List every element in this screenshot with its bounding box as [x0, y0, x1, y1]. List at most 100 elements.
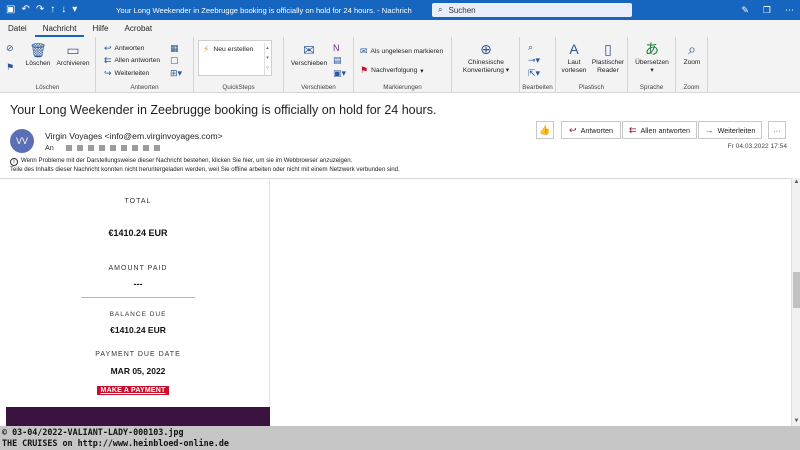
related-icon[interactable]: ⊸▾	[528, 55, 540, 66]
ribbon-tabs: Datei Nachricht Hilfe Acrobat	[0, 20, 800, 37]
search-label: Suchen	[448, 5, 476, 15]
reply-all-label: Allen antworten	[114, 57, 160, 64]
chinese-conversion-icon: ⊕	[480, 41, 492, 57]
translate-button[interactable]: あ Übersetzen ▾	[631, 41, 673, 75]
group-label-verschieben: Verschieben	[301, 84, 336, 91]
quick-access-toolbar: ▣ ↶ ↷ ↑ ↓ ▾	[0, 5, 112, 15]
chinese-label-2: Konvertierung	[462, 67, 504, 74]
actions-icon[interactable]: ▣▾	[333, 68, 346, 79]
scroll-up-icon[interactable]: ▲	[792, 178, 800, 187]
make-payment-button[interactable]: MAKE A PAYMENT	[97, 386, 169, 395]
group-plastisch: A Laut vorlesen ▯ Plastischer Reader Pla…	[556, 37, 628, 93]
tab-datei[interactable]: Datei	[0, 20, 35, 37]
archive-icon: ▭	[66, 42, 80, 58]
cleanup-icon[interactable]: ⚑	[6, 62, 14, 73]
reply-label: Antworten	[114, 45, 145, 52]
envelope-icon: ✉	[360, 46, 368, 56]
pen-icon[interactable]: ✎	[741, 5, 749, 16]
group-verschieben: ✉ Verschieben N ▤ ▣▾ Verschieben	[284, 37, 354, 93]
translate-label: Übersetzen	[635, 59, 669, 66]
reply-all-button[interactable]: ⇇ Allen antworten	[104, 55, 160, 66]
down-arrow-icon[interactable]: ↓	[61, 5, 66, 15]
translate-icon: あ	[645, 41, 659, 57]
reply-icon: ↩	[569, 124, 577, 135]
forward-button[interactable]: ↪ Weiterleiten	[104, 68, 149, 79]
group-markierungen: ✉ Als ungelesen markieren ⚑ Nachverfolgung…	[354, 37, 452, 93]
reply-all-action-label: Allen antworten	[640, 125, 691, 135]
select-icon[interactable]: ⇱▾	[528, 68, 540, 79]
more-actions-button[interactable]: ···	[768, 121, 786, 139]
scroll-down-icon[interactable]: ▼	[792, 417, 800, 426]
thumbs-up-icon: 👍	[539, 124, 551, 135]
quickstep-new-label: Neu erstellen	[213, 46, 254, 53]
reply-button[interactable]: ↩ Antworten	[104, 43, 144, 54]
payment-due-value: MAR 05, 2022	[110, 366, 166, 376]
forward-action-label: Weiterleiten	[717, 125, 756, 135]
ribbon: ⊘ ⚑ 🗑 Löschen ▭ Archivieren Löschen ↩ Ant…	[0, 37, 800, 93]
amount-paid-value: ---	[133, 279, 143, 289]
divider	[81, 297, 195, 298]
group-quicksteps: ⚡ Neu erstellen ▴ ▾ ▿ QuickSteps	[194, 37, 284, 93]
mark-unread-button[interactable]: ✉ Als ungelesen markieren	[360, 46, 443, 57]
reply-icon: ↩	[104, 43, 112, 53]
scroll-thumb[interactable]	[793, 272, 800, 308]
find-icon[interactable]: ⌕	[528, 42, 533, 53]
read-aloud-button[interactable]: A Laut vorlesen	[559, 41, 589, 75]
group-label-markierungen: Markierungen	[383, 84, 422, 91]
up-arrow-icon[interactable]: ↑	[50, 5, 55, 15]
delete-button[interactable]: 🗑 Löschen	[25, 42, 51, 68]
quicksteps-scroll[interactable]: ▴ ▾ ▿	[264, 43, 270, 75]
message-subject: Your Long Weekender in Zeebrugge booking…	[10, 103, 437, 117]
tab-hilfe[interactable]: Hilfe	[84, 20, 116, 37]
forward-action-button[interactable]: → Weiterleiten	[698, 121, 762, 139]
onenote-icon[interactable]: N	[333, 43, 340, 53]
tab-acrobat[interactable]: Acrobat	[117, 20, 161, 37]
zoom-icon: ⌕	[688, 41, 696, 57]
undo-icon[interactable]: ↶	[21, 5, 29, 15]
quicksteps-gallery[interactable]: ⚡ Neu erstellen ▴ ▾ ▿	[198, 40, 272, 76]
avatar[interactable]: VV	[10, 129, 34, 153]
chinese-conversion-button[interactable]: ⊕ Chinesische Konvertierung ▾	[456, 41, 516, 75]
save-icon[interactable]: ▣	[6, 5, 15, 15]
reply-all-icon: ⇇	[628, 124, 637, 135]
window-title: Your Long Weekender in Zeebrugge booking…	[116, 5, 412, 15]
tab-nachricht[interactable]: Nachricht	[34, 20, 85, 37]
zoom-button[interactable]: ⌕ Zoom	[678, 41, 706, 67]
delete-label: Löschen	[25, 60, 51, 67]
im-icon[interactable]: ▢	[170, 55, 179, 66]
reply-action-button[interactable]: ↩ Antworten	[561, 121, 621, 139]
reply-all-action-button[interactable]: ⇇ Allen antworten	[622, 121, 697, 139]
archive-button[interactable]: ▭ Archivieren	[54, 42, 92, 68]
like-button[interactable]: 👍	[536, 121, 554, 139]
dropdown-icon[interactable]: ▾	[72, 5, 77, 15]
sender-address[interactable]: Virgin Voyages <info@em.virginvoyages.co…	[45, 131, 223, 141]
ignore-icon[interactable]: ⊘	[6, 43, 14, 54]
caption-line-2: THE CRUISES on http://www.heinbloed-onli…	[2, 438, 229, 448]
rules-icon[interactable]: ▤	[333, 55, 342, 66]
message-scrollbar[interactable]: ▲ ▼	[791, 178, 800, 426]
redo-icon[interactable]: ↷	[36, 5, 44, 15]
group-loeschen: ⊘ ⚑ 🗑 Löschen ▭ Archivieren Löschen	[0, 37, 96, 93]
more-icon[interactable]: ⋯	[785, 5, 794, 16]
message-body: TOTAL €1410.24 EUR AMOUNT PAID --- BALAN…	[0, 178, 800, 427]
recipient-line: An	[45, 143, 162, 152]
immersive-reader-icon: ▯	[604, 41, 612, 57]
read-aloud-icon: A	[569, 41, 579, 57]
balance-due-label: BALANCE DUE	[109, 311, 167, 318]
meeting-icon[interactable]: ▦	[170, 43, 179, 54]
flag-icon: ⚑	[360, 65, 369, 75]
move-label: Verschieben	[290, 60, 328, 67]
quickstep-new[interactable]: ⚡ Neu erstellen	[203, 44, 267, 55]
followup-button[interactable]: ⚑ Nachverfolgung ▾	[360, 65, 424, 76]
search-box[interactable]: ⌕ Suchen	[432, 3, 632, 17]
amount-paid-label: AMOUNT PAID	[108, 265, 168, 272]
info-bar[interactable]: i Wenn Probleme mit der Darstellungsweise…	[10, 157, 400, 174]
move-button[interactable]: ✉ Verschieben	[289, 42, 329, 68]
immersive-reader-button[interactable]: ▯ Plastischer Reader	[590, 41, 626, 75]
group-label-sprache: Sprache	[639, 84, 664, 91]
more-respond-icon[interactable]: ⊞▾	[170, 68, 182, 79]
total-value: €1410.24 EUR	[108, 228, 168, 238]
chinese-label-1: Chinesische	[468, 59, 504, 66]
mark-unread-label: Als ungelesen markieren	[370, 48, 444, 55]
restore-icon[interactable]: ❐	[763, 5, 771, 16]
